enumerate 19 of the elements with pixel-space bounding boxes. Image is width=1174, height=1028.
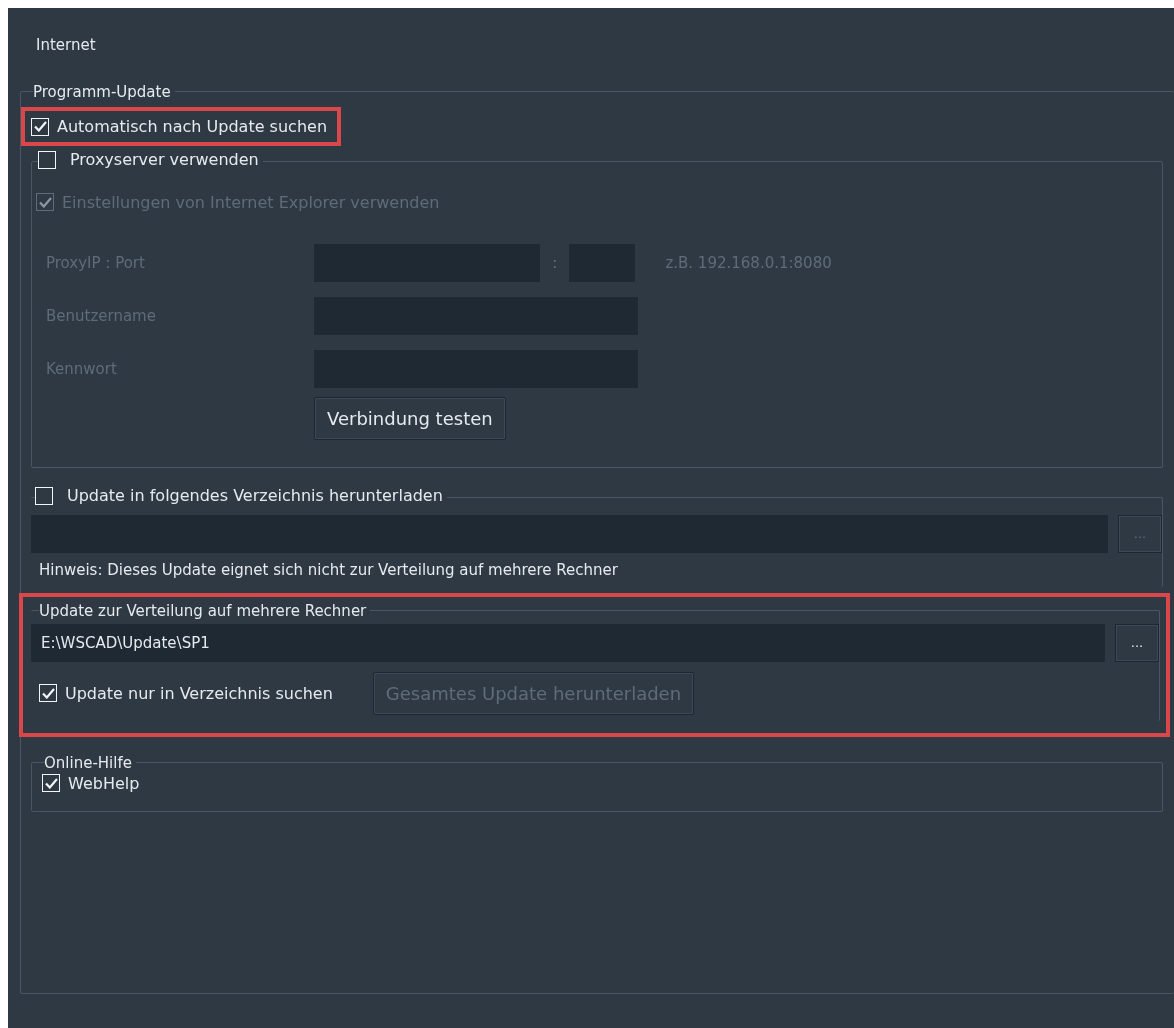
note-text: Hinweis: Dieses Update eignet sich nicht zur Verteilung auf mehrere Rechner: [39, 560, 619, 579]
checkmark-icon: [33, 121, 47, 132]
checkbox-label: Update nur in Verzeichnis suchen: [65, 683, 333, 703]
checkmark-icon: [38, 196, 52, 208]
checkbox-label: WebHelp: [68, 773, 140, 793]
group-title: Programm-Update: [33, 83, 171, 101]
checkbox-label: Update in folgendes Verzeichnis herunterladen: [67, 486, 443, 505]
panel-title: Internet: [36, 36, 96, 54]
group-title: Online-Hilfe: [44, 753, 132, 772]
path-field[interactable]: E:\WSCAD\Update\SP1: [31, 623, 1105, 662]
checkbox-label: Automatisch nach Update suchen: [57, 117, 327, 136]
group-title: Update zur Verteilung auf mehrere Rechner: [39, 601, 367, 620]
checkmark-icon: [44, 777, 58, 789]
browse-button[interactable]: ...: [1115, 623, 1159, 662]
checkbox-label: Proxyserver verwenden: [70, 150, 259, 169]
checkmark-icon: [41, 687, 55, 699]
test-connection-button[interactable]: Verbindung testen: [314, 396, 506, 440]
path-value: E:\WSCAD\Update\SP1: [41, 633, 210, 652]
separator-text: :: [551, 253, 559, 272]
